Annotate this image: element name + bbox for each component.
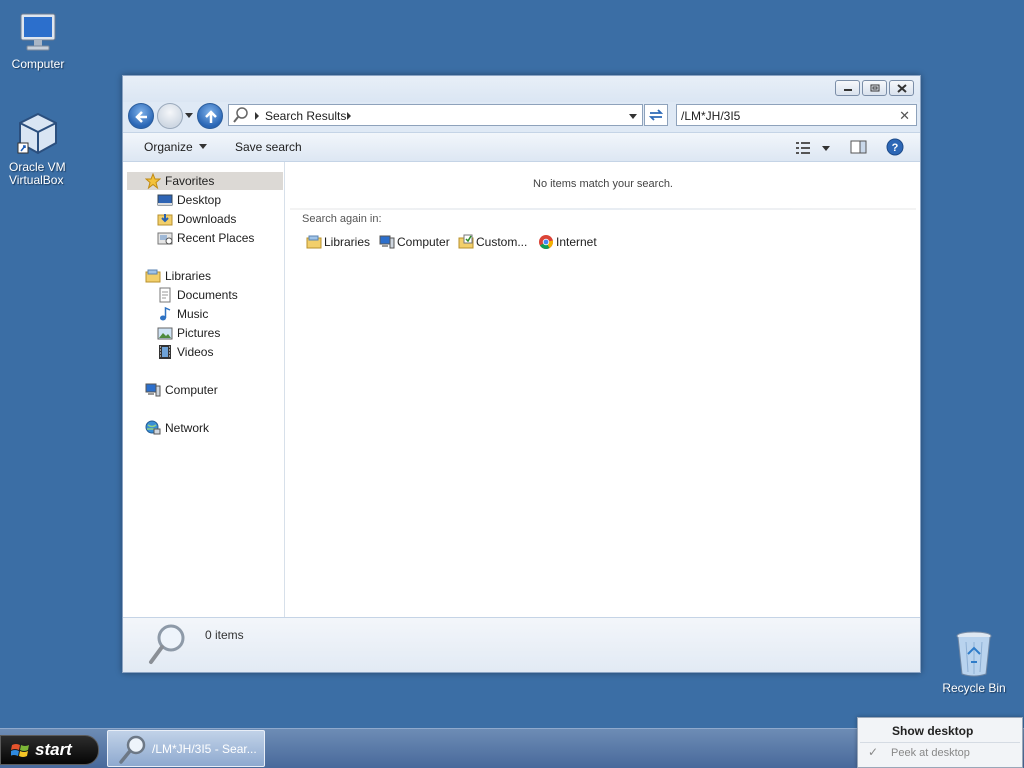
recent-places-icon bbox=[157, 232, 173, 245]
search-magnifier-icon bbox=[149, 624, 185, 664]
restore-icon bbox=[870, 84, 880, 92]
search-again-label: Search again in: bbox=[302, 213, 382, 225]
save-search-label: Save search bbox=[235, 140, 302, 154]
no-results-message: No items match your search. bbox=[533, 178, 673, 190]
desktop-icon-recycle-bin-label: Recycle Bin bbox=[942, 681, 1006, 695]
network-icon bbox=[145, 420, 161, 435]
details-pane: 0 items bbox=[123, 617, 920, 672]
taskbar-button-search[interactable]: /LM*JH/3I5 - Sear... bbox=[107, 730, 265, 767]
search-box[interactable]: ✕ bbox=[676, 104, 917, 126]
address-bar[interactable]: Search Results bbox=[228, 104, 643, 126]
up-arrow-icon bbox=[205, 110, 217, 123]
windows-logo-icon bbox=[11, 744, 29, 757]
desktop-icon-recycle-bin[interactable]: Recycle Bin bbox=[936, 630, 1012, 695]
show-desktop-item[interactable]: Show desktop bbox=[892, 724, 973, 738]
start-label: start bbox=[35, 740, 72, 759]
minimize-icon bbox=[844, 89, 852, 91]
start-button[interactable]: start bbox=[0, 735, 99, 765]
desktop-icon-computer-label: Computer bbox=[11, 57, 65, 71]
custom-folder-icon bbox=[458, 234, 474, 249]
window-controls bbox=[835, 80, 914, 96]
divider bbox=[290, 208, 916, 210]
navigation-bar: Search Results ✕ bbox=[123, 102, 920, 130]
organize-button[interactable]: Organize bbox=[144, 140, 207, 154]
navigation-pane: Favorites Desktop Downloads Recent Place… bbox=[123, 162, 285, 617]
results-pane: No items match your search. Search again… bbox=[286, 162, 920, 617]
search-window-icon bbox=[119, 735, 146, 764]
peek-at-desktop-item[interactable]: Peek at desktop bbox=[891, 747, 970, 759]
documents-icon bbox=[159, 287, 171, 303]
virtualbox-icon bbox=[17, 112, 57, 155]
pictures-icon bbox=[157, 327, 173, 340]
taskbar-button-label: /LM*JH/3I5 - Sear... bbox=[152, 742, 257, 756]
chrome-icon bbox=[539, 235, 554, 249]
preview-pane-button[interactable] bbox=[850, 139, 868, 158]
nav-favorites[interactable]: Favorites bbox=[127, 172, 283, 190]
change-view-button[interactable] bbox=[795, 139, 835, 157]
view-details-icon bbox=[796, 142, 810, 154]
up-button[interactable] bbox=[197, 103, 223, 129]
refresh-icon bbox=[648, 109, 664, 121]
item-count: 0 items bbox=[205, 628, 244, 642]
close-button[interactable] bbox=[889, 80, 914, 96]
search-input[interactable] bbox=[681, 108, 891, 123]
computer-small-icon bbox=[145, 383, 161, 397]
view-dropdown-icon bbox=[822, 146, 830, 151]
breadcrumb-search-results[interactable]: Search Results bbox=[265, 109, 346, 123]
computer-icon bbox=[20, 13, 56, 51]
menu-separator bbox=[860, 742, 1020, 743]
libraries-icon bbox=[306, 235, 322, 249]
help-button[interactable]: ? bbox=[886, 138, 904, 159]
checkmark-icon: ✓ bbox=[868, 745, 879, 759]
save-search-button[interactable]: Save search bbox=[235, 140, 302, 154]
forward-button[interactable] bbox=[157, 103, 183, 129]
explorer-window: Search Results ✕ Organize Save search ? bbox=[122, 75, 921, 673]
clear-search-icon[interactable]: ✕ bbox=[899, 108, 910, 124]
command-bar: Organize Save search ? bbox=[123, 132, 920, 162]
desktop-icon-virtualbox[interactable]: Oracle VM VirtualBox bbox=[0, 111, 76, 187]
favorites-star-icon bbox=[145, 173, 161, 189]
recycle-bin-icon bbox=[956, 631, 992, 677]
videos-icon bbox=[159, 345, 171, 359]
libraries-folder-icon bbox=[145, 269, 161, 283]
close-icon bbox=[897, 84, 907, 93]
preview-pane-icon bbox=[850, 140, 867, 154]
search-location-icon bbox=[233, 107, 248, 123]
organize-dropdown-icon bbox=[198, 144, 207, 149]
recent-pages-dropdown[interactable] bbox=[185, 113, 193, 118]
back-button[interactable] bbox=[128, 103, 154, 129]
breadcrumb-separator-icon[interactable] bbox=[255, 112, 259, 120]
maximize-button[interactable] bbox=[862, 80, 887, 96]
organize-label: Organize bbox=[144, 140, 193, 154]
desktop-folder-icon bbox=[157, 194, 173, 206]
refresh-button[interactable] bbox=[644, 104, 668, 126]
show-desktop-menu: Show desktop ✓ Peek at desktop bbox=[857, 717, 1023, 768]
breadcrumb-chevron-icon[interactable] bbox=[347, 112, 351, 120]
address-dropdown-icon[interactable] bbox=[629, 114, 637, 119]
music-icon bbox=[160, 306, 171, 321]
title-bar[interactable] bbox=[123, 76, 920, 102]
minimize-button[interactable] bbox=[835, 80, 860, 96]
desktop-icon-virtualbox-label: Oracle VM VirtualBox bbox=[9, 160, 66, 187]
computer-small-icon bbox=[379, 235, 395, 249]
downloads-folder-icon bbox=[157, 214, 173, 226]
desktop-icon-computer[interactable]: Computer bbox=[0, 10, 76, 71]
window-body: Favorites Desktop Downloads Recent Place… bbox=[123, 162, 920, 617]
help-icon: ? bbox=[886, 138, 904, 156]
svg-text:?: ? bbox=[892, 142, 899, 154]
back-arrow-icon bbox=[135, 111, 147, 123]
